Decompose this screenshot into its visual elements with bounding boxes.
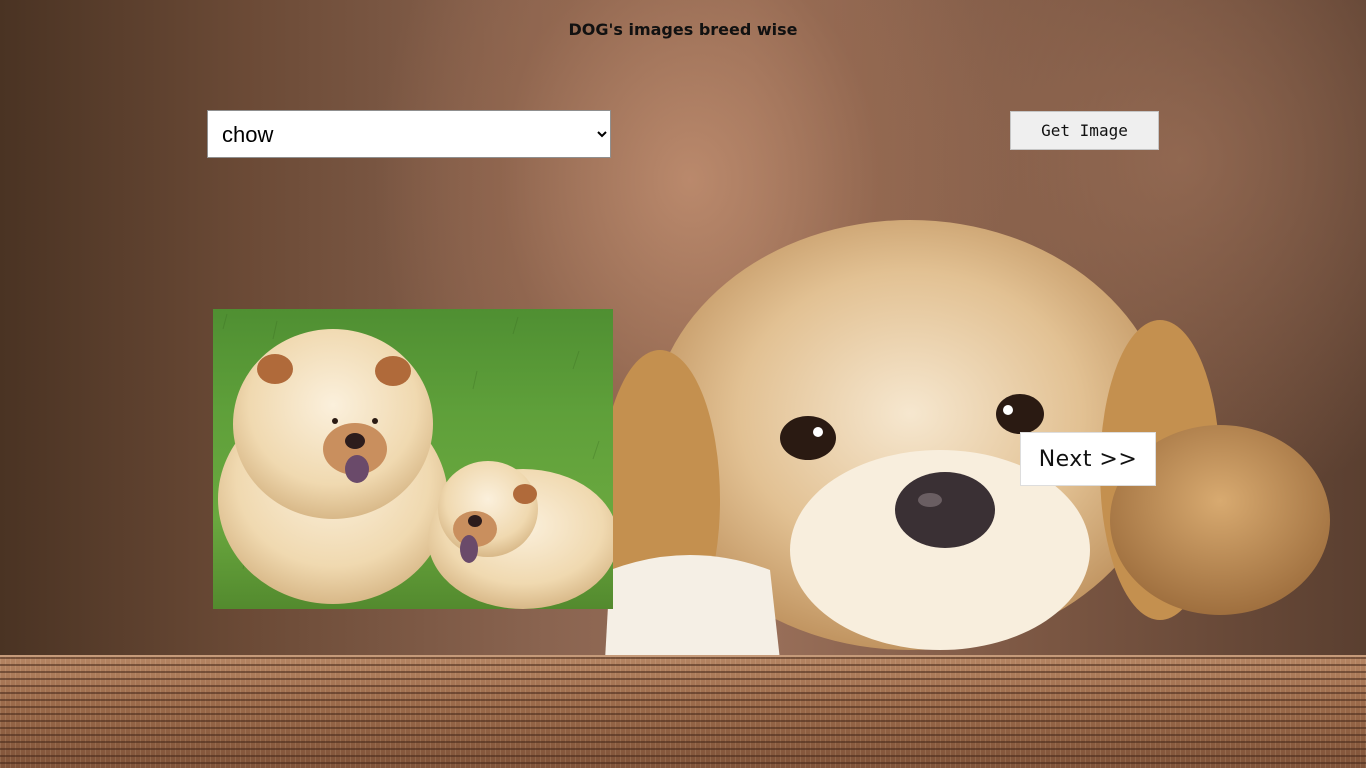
page-title: DOG's images breed wise xyxy=(568,20,798,39)
puppy-background-image xyxy=(600,220,1330,660)
chow-dogs-image xyxy=(218,313,613,609)
wooden-floor xyxy=(0,655,1366,768)
get-image-button[interactable]: Get Image xyxy=(1010,111,1159,150)
breed-select[interactable]: chow xyxy=(207,110,611,158)
next-button[interactable]: Next >> xyxy=(1020,432,1156,486)
breed-select-container: chow xyxy=(207,110,611,158)
dog-photo xyxy=(213,309,613,609)
